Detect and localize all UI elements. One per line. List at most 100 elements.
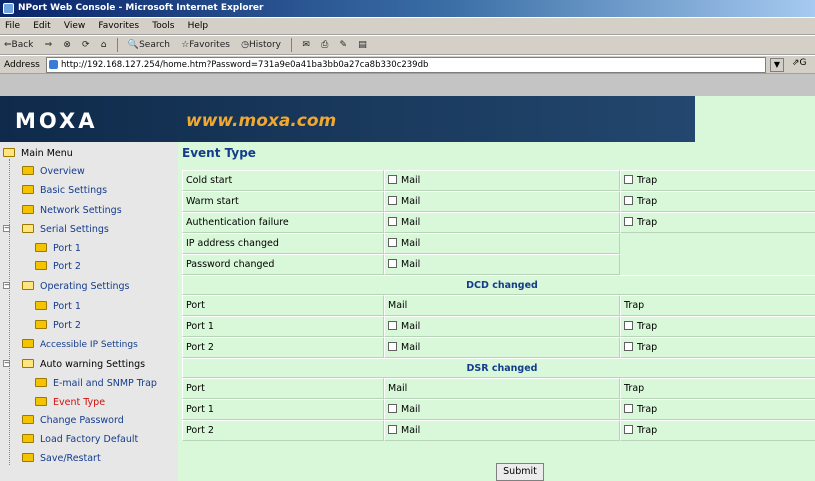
toolbar-separator: [291, 38, 293, 52]
main-menu[interactable]: Main Menu: [3, 145, 73, 162]
table-row: Password changed Mail: [182, 254, 815, 275]
event-type-table: Cold start Mail Trap Warm start Mail Tra…: [182, 170, 815, 441]
mail-label: Mail: [401, 342, 421, 353]
sidebar-item-change-password[interactable]: Change Password: [22, 412, 124, 429]
refresh-icon[interactable]: ⟳: [78, 36, 94, 54]
sidebar: Main Menu Overview Basic Settings Networ…: [0, 142, 178, 481]
mail-cell: Mail: [384, 212, 620, 233]
mail-checkbox[interactable]: [388, 238, 397, 247]
event-name: IP address changed: [182, 233, 384, 254]
menu-tools[interactable]: Tools: [147, 18, 179, 34]
mail-icon[interactable]: ✉: [298, 36, 314, 54]
print-icon[interactable]: ⎙: [317, 36, 332, 54]
table-row: Cold start Mail Trap: [182, 170, 815, 191]
site-url[interactable]: www.moxa.com: [186, 111, 336, 131]
sidebar-item-operating-settings[interactable]: − Operating Settings: [3, 278, 129, 295]
trap-cell: Trap: [620, 399, 815, 420]
discuss-icon[interactable]: ▤: [354, 36, 371, 54]
window-title-bar: NPort Web Console - Microsoft Internet E…: [0, 0, 815, 17]
mail-label: Mail: [401, 404, 421, 415]
folder-icon: [22, 205, 34, 214]
sidebar-item-operating-port-1[interactable]: Port 1: [35, 298, 81, 315]
sidebar-item-overview[interactable]: Overview: [22, 163, 85, 180]
mail-checkbox[interactable]: [388, 196, 397, 205]
trap-cell: Trap: [620, 316, 815, 337]
trap-checkbox[interactable]: [624, 321, 633, 330]
collapse-icon[interactable]: −: [3, 282, 10, 289]
menu-file[interactable]: File: [0, 18, 25, 34]
menu-view[interactable]: View: [59, 18, 90, 34]
address-input[interactable]: http://192.168.127.254/home.htm?Password…: [46, 57, 766, 73]
sidebar-item-serial-port-2[interactable]: Port 2: [35, 258, 81, 275]
search-button[interactable]: 🔍Search: [124, 36, 174, 54]
mail-cell: Mail: [384, 233, 620, 254]
mail-checkbox[interactable]: [388, 259, 397, 268]
mail-checkbox[interactable]: [388, 342, 397, 351]
folder-icon: [22, 166, 34, 175]
sidebar-item-auto-warning-settings[interactable]: − Auto warning Settings: [3, 356, 145, 373]
menu-favorites[interactable]: Favorites: [93, 18, 144, 34]
event-name: Warm start: [182, 191, 384, 212]
trap-checkbox[interactable]: [624, 425, 633, 434]
table-row: Warm start Mail Trap: [182, 191, 815, 212]
sidebar-item-save-restart[interactable]: Save/Restart: [22, 450, 101, 467]
sidebar-item-network-settings[interactable]: Network Settings: [22, 202, 122, 219]
sidebar-item-accessible-ip-settings[interactable]: Accessible IP Settings: [22, 337, 138, 354]
mail-cell: Mail: [384, 316, 620, 337]
page-icon: [49, 60, 58, 69]
table-header-row: Port Mail Trap: [182, 378, 815, 399]
table-row: Authentication failure Mail Trap: [182, 212, 815, 233]
sidebar-item-basic-settings[interactable]: Basic Settings: [22, 182, 107, 199]
mail-checkbox[interactable]: [388, 217, 397, 226]
mail-label: Mail: [401, 175, 421, 186]
trap-checkbox[interactable]: [624, 342, 633, 351]
collapse-icon[interactable]: −: [3, 360, 10, 367]
sidebar-item-load-factory-default[interactable]: Load Factory Default: [22, 431, 138, 448]
mail-checkbox[interactable]: [388, 404, 397, 413]
mail-cell: Mail: [384, 399, 620, 420]
home-icon[interactable]: ⌂: [97, 36, 111, 54]
folder-icon: [35, 243, 47, 252]
sidebar-item-serial-port-1[interactable]: Port 1: [35, 240, 81, 257]
trap-checkbox[interactable]: [624, 196, 633, 205]
port-name: Port 1: [182, 316, 384, 337]
submit-button[interactable]: Submit: [496, 463, 544, 481]
stop-icon[interactable]: ⊗: [59, 36, 75, 54]
sidebar-item-serial-settings[interactable]: − Serial Settings: [3, 221, 109, 238]
menu-edit[interactable]: Edit: [28, 18, 55, 34]
trap-cell: Trap: [620, 212, 815, 233]
back-button[interactable]: ⇐Back: [0, 36, 37, 54]
sidebar-item-email-snmp-trap[interactable]: E-mail and SNMP Trap: [35, 375, 157, 392]
col-mail: Mail: [384, 295, 620, 316]
sidebar-item-operating-port-2[interactable]: Port 2: [35, 317, 81, 334]
address-dropdown-icon[interactable]: ▼: [770, 58, 784, 72]
menu-help[interactable]: Help: [183, 18, 214, 34]
trap-checkbox[interactable]: [624, 404, 633, 413]
trap-cell: Trap: [620, 191, 815, 212]
mail-label: Mail: [401, 425, 421, 436]
col-trap: Trap: [620, 295, 815, 316]
mail-checkbox[interactable]: [388, 425, 397, 434]
table-row: Port 1 Mail Trap: [182, 399, 815, 420]
sidebar-item-event-type[interactable]: Event Type: [35, 394, 105, 411]
main-content: Event Type Cold start Mail Trap Warm sta…: [178, 142, 815, 481]
moxa-logo: MOXA: [15, 109, 98, 133]
history-button[interactable]: ◷History: [237, 36, 285, 54]
mail-cell: Mail: [384, 191, 620, 212]
mail-label: Mail: [401, 217, 421, 228]
section-row: DSR changed: [182, 358, 815, 378]
dcd-changed-heading: DCD changed: [182, 275, 815, 295]
mail-checkbox[interactable]: [388, 175, 397, 184]
edit-icon[interactable]: ✎: [336, 36, 352, 54]
mail-checkbox[interactable]: [388, 321, 397, 330]
go-button[interactable]: ⇗G: [792, 58, 807, 68]
trap-checkbox[interactable]: [624, 175, 633, 184]
forward-button[interactable]: ⇒: [41, 36, 57, 54]
table-header-row: Port Mail Trap: [182, 295, 815, 316]
trap-checkbox[interactable]: [624, 217, 633, 226]
empty-cell: [620, 254, 815, 275]
trap-label: Trap: [637, 342, 658, 353]
favorites-button[interactable]: ☆Favorites: [177, 36, 234, 54]
ie-logo-icon: [3, 3, 14, 14]
collapse-icon[interactable]: −: [3, 225, 10, 232]
